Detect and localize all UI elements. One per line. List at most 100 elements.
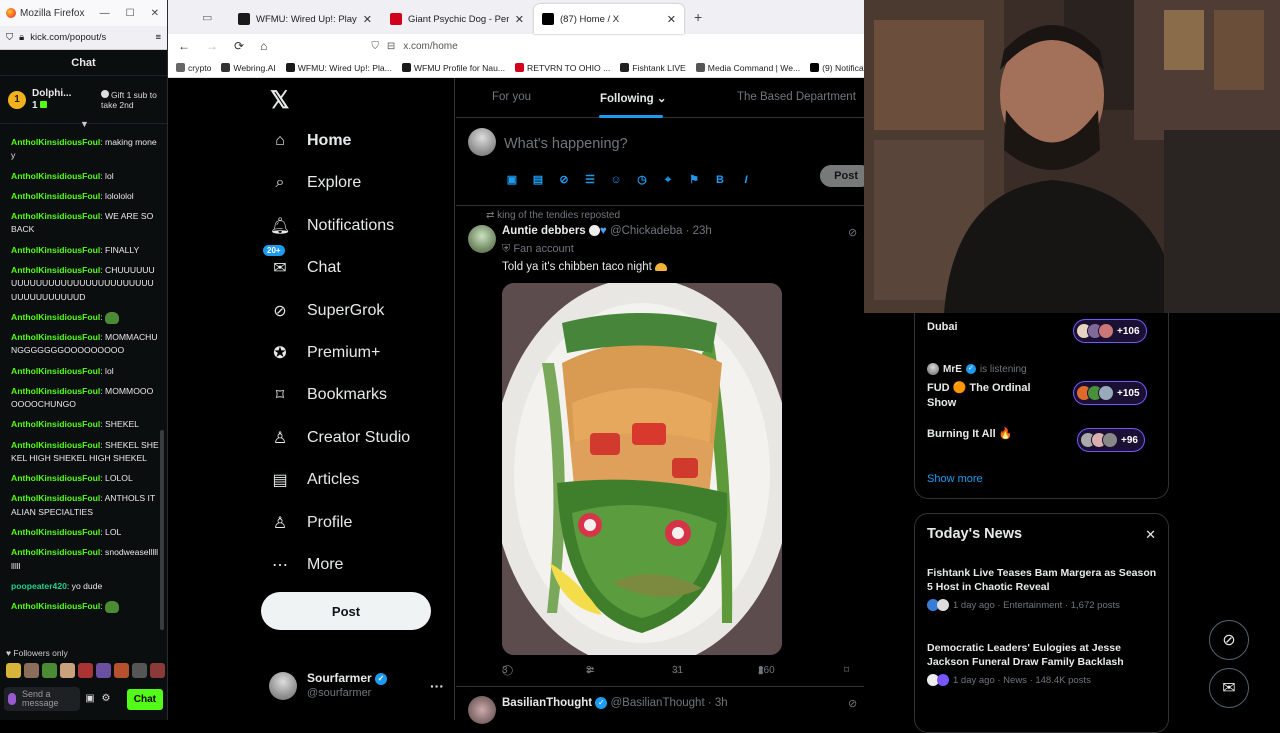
chat-username[interactable]: AntholKinsidiousFoul — [11, 527, 100, 537]
space-title[interactable]: Burning It All 🔥 — [927, 427, 1012, 442]
tweet[interactable]: BasilianThought ✓ @BasilianThought · 3h … — [456, 688, 875, 728]
chat-username[interactable]: AntholKinsidiousFoul — [11, 386, 100, 396]
chat-username[interactable]: AntholKinsidiousFoul — [11, 332, 100, 342]
minimize-icon[interactable]: — — [100, 8, 110, 19]
nav-item-creator-studio[interactable]: ♙ Creator Studio — [269, 427, 410, 449]
image-icon[interactable]: ▣ — [505, 173, 519, 187]
nav-item-premium[interactable]: ✪ Premium+ — [269, 342, 380, 364]
chat-username[interactable]: AntholKinsidiousFoul — [11, 171, 100, 181]
pinned-gift-banner[interactable]: 1 Dolphi... 1 Gift 1 sub to take 2nd ▼ — [0, 76, 167, 129]
chevron-down-icon[interactable]: ▼ — [80, 119, 89, 129]
grok-icon[interactable]: ⊘ — [848, 697, 857, 710]
space-listeners-pill[interactable]: +105 — [1073, 381, 1147, 405]
nav-item-more[interactable]: ⋯ More — [269, 554, 343, 576]
nav-item-supergrok[interactable]: ⊘ SuperGrok — [269, 300, 384, 322]
home-icon[interactable]: ⌂ — [260, 39, 267, 53]
space-listeners-pill[interactable]: +96 — [1077, 428, 1145, 452]
tweet-photo[interactable] — [502, 283, 782, 655]
maximize-icon[interactable]: ☐ — [126, 8, 135, 19]
poll-icon[interactable]: ☰ — [583, 173, 597, 187]
chat-username[interactable]: AntholKinsidiousFoul — [11, 366, 100, 376]
post-button[interactable]: Post — [261, 592, 431, 630]
tab-based-department[interactable]: The Based Department — [737, 91, 856, 103]
bookmark-item[interactable]: crypto — [176, 63, 211, 73]
flag-icon[interactable]: ⚑ — [687, 173, 701, 187]
chat-username[interactable]: AntholKinsidiousFoul — [11, 601, 100, 611]
chat-username[interactable]: AntholKinsidiousFoul — [11, 191, 100, 201]
chat-username[interactable]: AntholKinsidiousFoul — [11, 473, 100, 483]
bookmark-item[interactable]: WFMU: Wired Up!: Pla... — [285, 63, 392, 73]
tweet-author-handle[interactable]: @Chickadeba — [610, 225, 682, 237]
grok-icon[interactable]: ⊘ — [848, 226, 857, 239]
chat-username[interactable]: AntholKinsidiousFoul — [11, 419, 100, 429]
bookmark-item[interactable]: RETVRN TO OHIO ... — [515, 63, 610, 73]
new-tab-icon[interactable]: + — [694, 9, 702, 25]
chat-username[interactable]: AntholKinsidiousFoul — [11, 493, 100, 503]
tweet-author-name[interactable]: BasilianThought — [502, 697, 592, 709]
space-title[interactable]: Dubai — [927, 320, 958, 335]
mic-icon[interactable] — [8, 693, 16, 705]
reload-icon[interactable]: ⟳ — [234, 39, 244, 53]
bookmark-item[interactable]: (9) Notifications / X — [810, 63, 864, 73]
account-switcher[interactable]: Sourfarmer ✓ @sourfarmer ··· — [269, 668, 444, 704]
forward-icon[interactable]: → — [206, 39, 218, 53]
tweet-author-name[interactable]: Auntie debbers — [502, 225, 586, 237]
schedule-icon[interactable]: ◷ — [635, 173, 649, 187]
nav-item-notifications[interactable]: 🔔︎ Notifications — [269, 215, 394, 237]
gif-icon[interactable]: ▤ — [531, 173, 545, 187]
browser-tab[interactable]: WFMU: Wired Up!: Playlist from ✕ — [230, 4, 380, 34]
emote-icon[interactable] — [42, 663, 57, 678]
emote-icon[interactable] — [78, 663, 93, 678]
back-icon[interactable]: ← — [178, 39, 190, 53]
messages-fab-button[interactable]: ✉ — [1209, 668, 1249, 708]
tab-close-icon[interactable]: ✕ — [667, 13, 676, 26]
nav-item-profile[interactable]: ♙ Profile — [269, 512, 353, 534]
chat-username[interactable]: AntholKinsidiousFoul — [11, 245, 100, 255]
site-info-icon[interactable]: ⊟ — [387, 41, 395, 52]
chat-username[interactable]: AntholKinsidiousFoul — [11, 440, 100, 450]
news-item[interactable]: Democratic Leaders' Eulogies at Jesse Ja… — [927, 641, 1162, 686]
tab-list-icon[interactable]: ▭ — [202, 11, 212, 24]
bookmark-item[interactable]: Webring.AI — [221, 63, 276, 73]
x-logo-icon[interactable]: 𝕏 — [270, 86, 289, 115]
show-more-link[interactable]: Show more — [927, 473, 983, 485]
emote-icon[interactable] — [24, 663, 39, 678]
chat-username[interactable]: AntholKinsidiousFoul — [11, 211, 100, 221]
tweet[interactable]: ⇄ king of the tendies reposted Auntie de… — [456, 207, 874, 687]
tab-close-icon[interactable]: ✕ — [515, 13, 524, 26]
menu-icon[interactable]: ≡ — [155, 32, 161, 43]
grok-fab-button[interactable]: ⊘ — [1209, 620, 1249, 660]
chat-username[interactable]: AntholKinsidiousFoul — [11, 265, 100, 275]
emote-icon[interactable] — [6, 663, 21, 678]
emote-picker-icon[interactable]: ▣ — [84, 693, 96, 705]
tracking-shield-icon[interactable]: ⛉ — [371, 41, 379, 52]
bookmark-item[interactable]: Media Command | We... — [695, 63, 800, 73]
more-dots-icon[interactable]: ··· — [430, 678, 444, 694]
tweet-time[interactable]: 3h — [715, 697, 728, 709]
tweet-time[interactable]: 23h — [693, 225, 712, 237]
bookmark-item[interactable]: WFMU Profile for Nau... — [401, 63, 505, 73]
tab-following[interactable]: Following ⌄ — [600, 91, 667, 105]
chat-username[interactable]: AntholKinsidiousFoul — [11, 547, 100, 557]
nav-item-articles[interactable]: ▤ Articles — [269, 469, 359, 491]
bold-icon[interactable]: B — [713, 173, 727, 187]
shield-icon[interactable]: ⛉ — [6, 32, 13, 43]
italic-icon[interactable]: I — [739, 173, 753, 187]
url-text[interactable]: x.com/home — [403, 41, 457, 52]
settings-gear-icon[interactable]: ⚙ — [100, 693, 112, 705]
close-icon[interactable]: ✕ — [1145, 527, 1156, 543]
browser-tab[interactable]: (87) Home / X ✕ — [534, 4, 684, 34]
close-icon[interactable]: ✕ — [151, 8, 159, 19]
bookmark-item[interactable]: Fishtank LIVE — [620, 63, 686, 73]
nav-item-explore[interactable]: ⌕ Explore — [269, 172, 362, 194]
tab-close-icon[interactable]: ✕ — [363, 13, 372, 26]
send-chat-button[interactable]: Chat — [126, 688, 163, 710]
compose-input[interactable]: What's happening? — [504, 136, 628, 152]
tweet-author-handle[interactable]: @BasilianThought — [611, 697, 705, 709]
chat-username[interactable]: AntholKinsidiousFoul — [11, 137, 100, 147]
url-field[interactable]: ⛉ ⊟ x.com/home — [371, 41, 457, 52]
bookmark-icon[interactable]: ⌑ — [844, 665, 849, 676]
nav-item-bookmarks[interactable]: ⌑ Bookmarks — [269, 384, 387, 406]
chat-username[interactable]: poopeater420 — [11, 581, 67, 591]
emote-icon[interactable] — [60, 663, 75, 678]
